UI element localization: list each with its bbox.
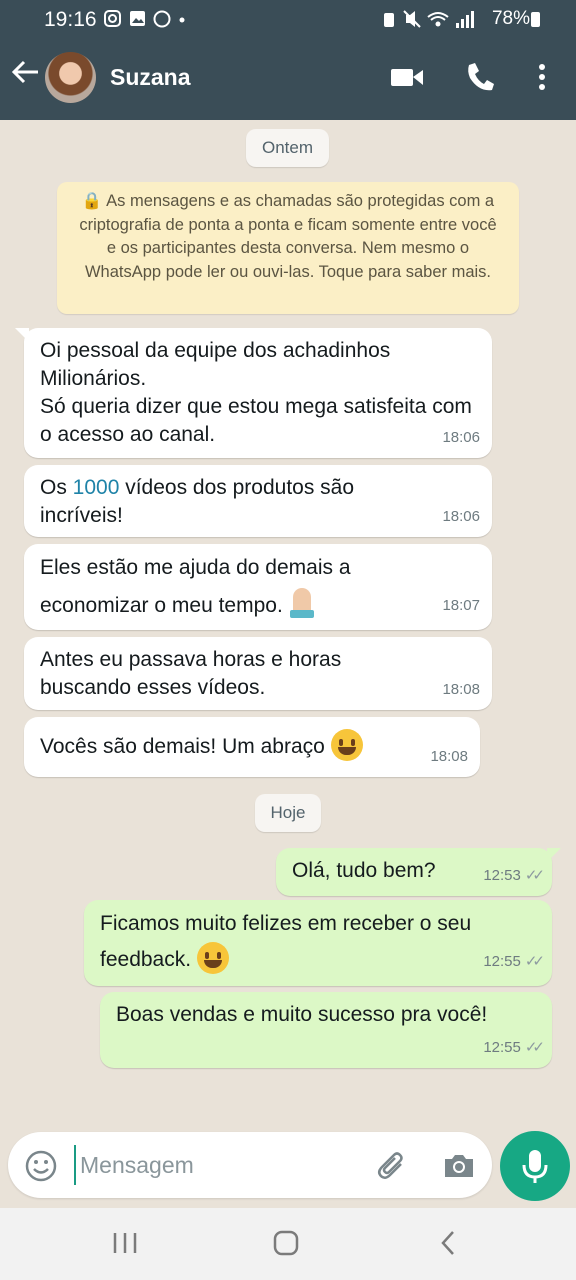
message-text: Boas vendas e muito sucesso pra você!	[116, 1003, 488, 1026]
encryption-notice[interactable]: 🔒 As mensagens e as chamadas são protegi…	[57, 182, 519, 314]
outgoing-message[interactable]: Ficamos muito felizes em receber o seu f…	[84, 900, 552, 986]
message-text: Os 1000 vídeos dos produtos são incrívei…	[40, 474, 420, 530]
message-input[interactable]	[74, 1145, 364, 1185]
message-text: Antes eu passava horas e horas buscando …	[40, 648, 342, 699]
message-time: 12:55 ✓✓	[483, 1034, 545, 1062]
camera-icon[interactable]	[442, 1149, 476, 1188]
message-time: 12:55 ✓✓	[483, 944, 545, 980]
incoming-message[interactable]: Oi pessoal da equipe dos achadinhos Mili…	[15, 328, 492, 458]
bubble-tail	[15, 328, 29, 342]
outgoing-message[interactable]: Boas vendas e muito sucesso pra você! 12…	[100, 992, 552, 1068]
folded-hands-emoji	[289, 586, 315, 618]
incoming-message[interactable]: Os 1000 vídeos dos produtos são incrívei…	[24, 465, 492, 537]
app-notification-icons	[104, 10, 185, 28]
status-bar: 19:16 78%	[0, 0, 576, 40]
video-call-icon[interactable]	[390, 60, 424, 99]
incoming-message[interactable]: Antes eu passava horas e horas buscando …	[24, 637, 492, 710]
message-time: 18:07	[442, 597, 480, 614]
contact-name[interactable]: Suzana	[110, 64, 191, 91]
battery-percent: 78%	[491, 8, 530, 29]
bubble-tail	[547, 848, 561, 862]
message-time: 18:08	[430, 748, 468, 765]
message-text: Oi pessoal da equipe dos achadinhos Mili…	[40, 339, 472, 446]
message-time-text: 12:55	[483, 953, 521, 970]
incoming-message[interactable]: Eles estão me ajuda do demais a economiz…	[24, 544, 492, 630]
message-composer	[8, 1132, 492, 1198]
message-text-part: Ficamos muito felizes em receber o seu f…	[100, 912, 472, 971]
battery-icon	[531, 12, 540, 27]
message-time: 12:53 ✓✓	[483, 862, 545, 890]
chat-header: Suzana	[0, 40, 576, 120]
outgoing-message[interactable]: Olá, tudo bem? 12:53 ✓✓	[276, 848, 561, 896]
message-time-text: 12:55	[483, 1039, 521, 1056]
voice-call-icon[interactable]	[465, 60, 495, 99]
back-nav-icon[interactable]	[438, 1228, 458, 1263]
message-text: Ficamos muito felizes em receber o seu f…	[100, 906, 536, 978]
message-time: 18:06	[442, 429, 480, 446]
date-chip-today: Hoje	[255, 794, 321, 832]
home-icon[interactable]	[272, 1228, 300, 1263]
double-check-icon: ✓✓	[524, 1039, 545, 1056]
message-link[interactable]: 1000	[73, 476, 120, 499]
status-time: 19:16	[44, 8, 97, 31]
date-chip-yesterday: Ontem	[246, 129, 329, 167]
system-icons	[380, 9, 476, 36]
incoming-message[interactable]: Vocês são demais! Um abraço 18:08	[24, 717, 480, 777]
recent-apps-icon[interactable]	[112, 1228, 138, 1263]
attach-icon[interactable]	[376, 1149, 410, 1188]
double-check-icon: ✓✓	[524, 867, 545, 884]
back-arrow-icon[interactable]	[10, 56, 40, 96]
message-time: 18:08	[442, 681, 480, 698]
message-text-part: Vocês são demais! Um abraço	[40, 735, 325, 758]
voice-record-button[interactable]	[500, 1131, 570, 1201]
grinning-face-emoji	[330, 729, 363, 761]
avatar[interactable]	[45, 52, 96, 103]
chat-area[interactable]: Ontem 🔒 As mensagens e as chamadas são p…	[0, 120, 576, 1130]
system-navigation-bar	[0, 1208, 576, 1280]
signal-wifi-mute-icons	[384, 10, 474, 28]
smiling-face-emoji	[196, 942, 229, 974]
more-options-icon[interactable]	[536, 60, 548, 99]
message-time-text: 12:53	[483, 867, 521, 884]
double-check-icon: ✓✓	[524, 953, 545, 970]
message-text: Eles estão me ajuda do demais a economiz…	[40, 550, 410, 624]
message-text-part: Os	[40, 476, 73, 499]
emoji-icon[interactable]	[24, 1149, 58, 1188]
message-text: Vocês são demais! Um abraço	[40, 729, 464, 761]
notification-icons	[104, 9, 194, 34]
message-time: 18:06	[442, 508, 480, 525]
microphone-icon	[522, 1150, 548, 1183]
